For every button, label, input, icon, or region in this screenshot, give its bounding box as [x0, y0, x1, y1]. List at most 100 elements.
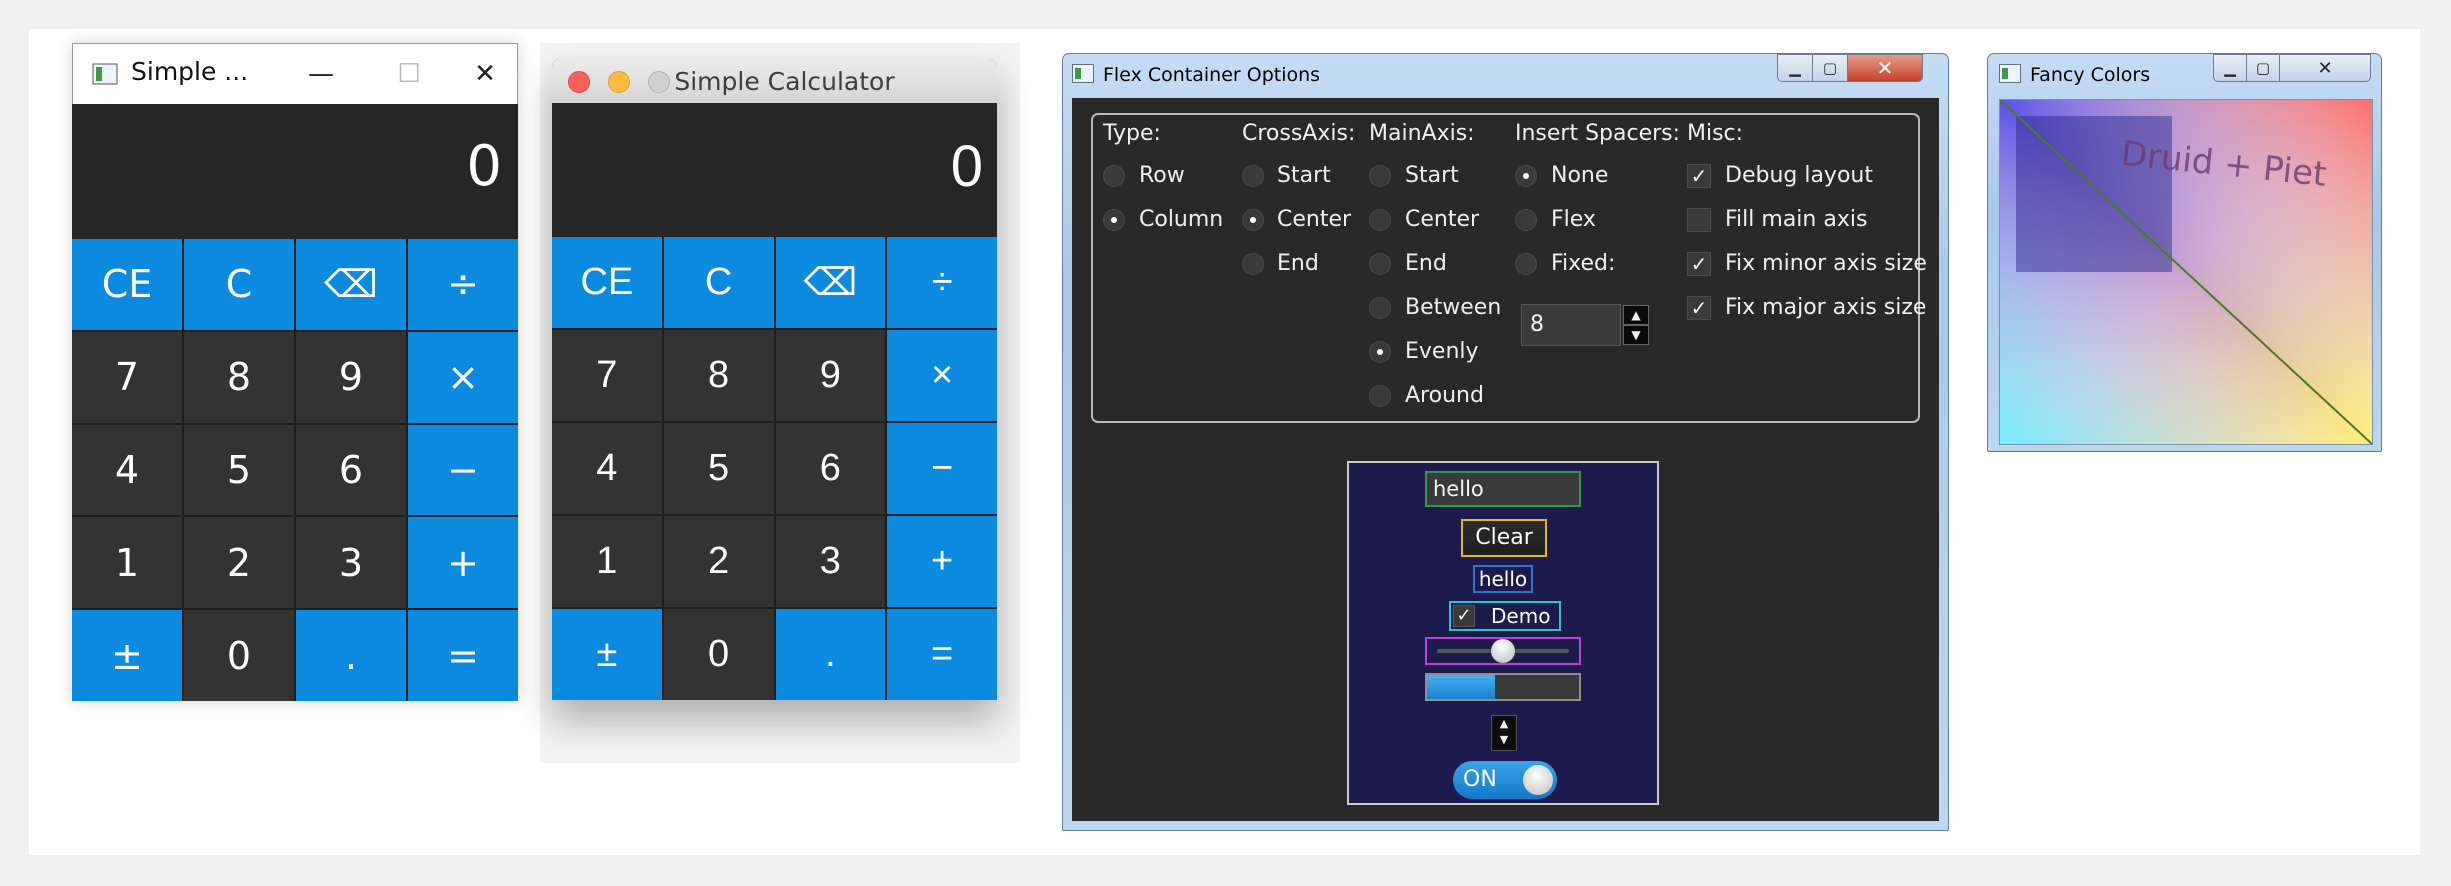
digit-7-button[interactable]: 7: [72, 331, 182, 423]
calculator-window-mac: Simple Calculator 0 CE C ⌫ ÷ 7 8 9 × 4 5 6− 1 2 3 + ±0.…: [552, 59, 997, 700]
title-bar: Simple ... — ☐ ✕: [72, 43, 518, 104]
digit-4-button[interactable]: 4: [552, 423, 662, 514]
negate-button[interactable]: ±: [72, 610, 182, 701]
equals-button[interactable]: =: [887, 609, 997, 700]
ce-button[interactable]: CE: [72, 239, 182, 330]
radio-type-row-label: Row: [1139, 163, 1185, 188]
clear-button[interactable]: C: [663, 237, 774, 328]
checkbox-fix-minor-axis[interactable]: ✓: [1687, 252, 1711, 276]
divide-button[interactable]: ÷: [887, 237, 997, 328]
checkbox-fix-major-axis[interactable]: ✓: [1687, 296, 1711, 320]
digit-6-button[interactable]: 6: [775, 423, 886, 514]
negate-button[interactable]: ±: [552, 609, 662, 700]
digit-8-button[interactable]: 8: [663, 330, 774, 421]
close-button[interactable]: ✕: [451, 44, 519, 104]
add-button[interactable]: +: [887, 516, 997, 607]
demo-checkbox[interactable]: ✓ Demo: [1449, 601, 1561, 631]
digit-5-button[interactable]: 5: [184, 424, 294, 516]
close-button[interactable]: ✕: [2279, 54, 2371, 82]
digit-0-button[interactable]: 0: [184, 610, 294, 701]
digit-1-button[interactable]: 1: [552, 516, 662, 607]
digit-2-button[interactable]: 2: [184, 517, 294, 609]
radio-spacer-fixed[interactable]: [1515, 253, 1537, 275]
demo-textbox[interactable]: hello: [1425, 471, 1581, 507]
radio-type-column[interactable]: [1103, 209, 1125, 231]
minimize-button[interactable]: —: [277, 44, 365, 104]
demo-switch[interactable]: ON: [1453, 761, 1557, 799]
digit-5-button[interactable]: 5: [663, 423, 774, 514]
maximize-button[interactable]: ☐: [365, 44, 453, 104]
radio-main-around-label: Around: [1405, 383, 1484, 408]
decimal-button[interactable]: .: [775, 609, 886, 700]
digit-2-button[interactable]: 2: [663, 516, 774, 607]
subtract-button[interactable]: −: [887, 423, 997, 514]
maximize-button[interactable]: ▢: [2246, 54, 2280, 82]
digit-1-button[interactable]: 1: [72, 517, 182, 609]
close-icon: ✕: [2317, 57, 2333, 79]
radio-spacer-flex[interactable]: [1515, 209, 1537, 231]
digit-6-button[interactable]: 6: [296, 424, 406, 516]
radio-main-end[interactable]: [1369, 253, 1391, 275]
equals-button[interactable]: =: [408, 610, 518, 701]
radio-cross-start[interactable]: [1242, 165, 1264, 187]
checkbox-fill-main-axis[interactable]: [1687, 208, 1711, 232]
backspace-button[interactable]: ⌫: [775, 237, 886, 328]
maximize-button[interactable]: ▢: [1812, 54, 1848, 82]
add-button[interactable]: +: [408, 517, 518, 609]
radio-main-between[interactable]: [1369, 297, 1391, 319]
radio-main-end-label: End: [1405, 251, 1447, 276]
digit-3-button[interactable]: 3: [775, 516, 886, 607]
checkbox-debug-layout[interactable]: ✓: [1687, 164, 1711, 188]
radio-main-between-label: Between: [1405, 295, 1502, 320]
digit-7-button[interactable]: 7: [552, 330, 662, 421]
decimal-button[interactable]: .: [296, 610, 406, 701]
radio-type-row[interactable]: [1103, 165, 1125, 187]
radio-cross-end-label: End: [1277, 251, 1319, 276]
backspace-button[interactable]: ⌫: [296, 239, 406, 330]
checkbox-fix-major-axis-label: Fix major axis size: [1725, 295, 1927, 320]
clear-button[interactable]: C: [184, 239, 294, 330]
radio-main-evenly[interactable]: [1369, 341, 1391, 363]
crossaxis-heading: CrossAxis:: [1242, 121, 1356, 146]
digit-9-button[interactable]: 9: [296, 331, 406, 423]
radio-main-center[interactable]: [1369, 209, 1391, 231]
digit-9-button[interactable]: 9: [775, 330, 886, 421]
demo-slider[interactable]: [1425, 637, 1581, 665]
spin-down-button[interactable]: ▼: [1623, 325, 1649, 345]
app-icon: [92, 63, 118, 85]
multiply-button[interactable]: ×: [887, 330, 997, 421]
divide-button[interactable]: ÷: [408, 239, 518, 330]
minimize-button[interactable]: ▁: [2213, 54, 2247, 82]
slider-thumb[interactable]: [1491, 639, 1515, 663]
keypad: CE C ⌫ ÷ 7 8 9 × 4 5 6− 1 2 3 + ±0. =: [552, 237, 997, 700]
chevron-down-icon: ▼: [1499, 733, 1509, 746]
subtract-button[interactable]: −: [408, 424, 518, 516]
digit-0-button[interactable]: 0: [663, 609, 774, 700]
radio-spacer-none[interactable]: [1515, 165, 1537, 187]
radio-main-around[interactable]: [1369, 385, 1391, 407]
radio-cross-end[interactable]: [1242, 253, 1264, 275]
digit-4-button[interactable]: 4: [72, 424, 182, 516]
radio-cross-center[interactable]: [1242, 209, 1264, 231]
digit-3-button[interactable]: 3: [296, 517, 406, 609]
gradient-drawing: Druid + Piet: [2000, 100, 2372, 444]
options-group: Type: Row Column CrossAxis: Start Center…: [1091, 113, 1927, 423]
spin-up-button[interactable]: ▲: [1623, 305, 1649, 325]
ce-button[interactable]: CE: [552, 237, 662, 328]
radio-main-evenly-label: Evenly: [1405, 339, 1479, 364]
close-button[interactable]: ✕: [1847, 54, 1923, 82]
demo-flex-container: hello Clear hello ✓ Demo ▲ ▼ ON: [1347, 461, 1659, 805]
switch-knob: [1523, 765, 1553, 795]
radio-main-center-label: Center: [1405, 207, 1480, 232]
fixed-spacer-input[interactable]: 8: [1521, 304, 1621, 346]
clear-button[interactable]: Clear: [1461, 519, 1547, 557]
close-icon: ✕: [1876, 56, 1894, 80]
window-title: Flex Container Options: [1103, 64, 1321, 86]
minimize-button[interactable]: ▁: [1777, 54, 1813, 82]
digit-8-button[interactable]: 8: [184, 331, 294, 423]
multiply-button[interactable]: ×: [408, 331, 518, 423]
demo-stepper[interactable]: ▲ ▼: [1491, 715, 1517, 751]
radio-main-start[interactable]: [1369, 165, 1391, 187]
keypad: CE C ⌫ ÷ 7 8 9 × 4 5 6− 1 2 3 + ±0. =: [72, 239, 518, 701]
minimize-icon: ▁: [2224, 59, 2236, 77]
